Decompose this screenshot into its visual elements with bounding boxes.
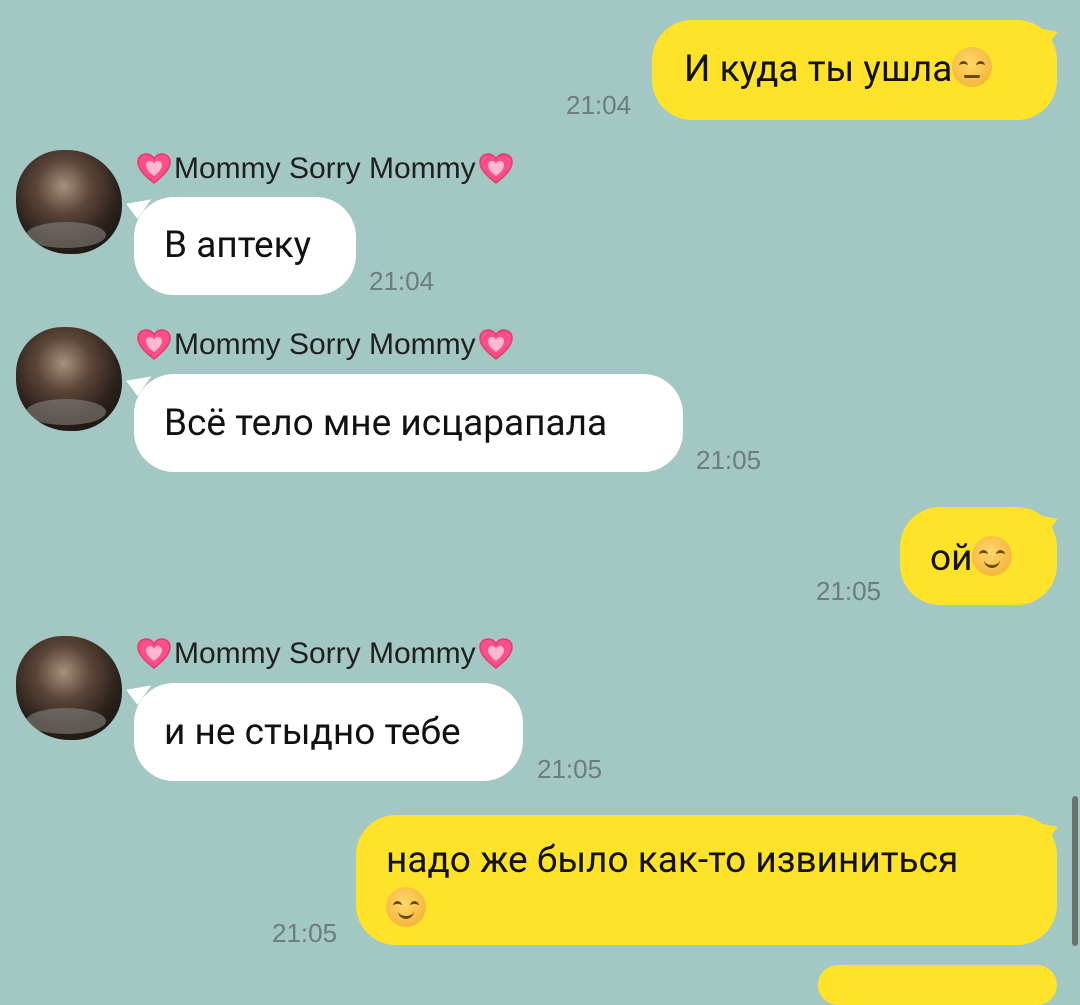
message-bubble-outgoing-partial[interactable] — [818, 965, 1057, 1005]
sparkling-heart-icon — [137, 153, 171, 184]
message-text: Всё тело мне исцарапала — [164, 402, 608, 445]
sender-name: Mommy Sorry Mommy — [174, 637, 476, 670]
sender-name-row[interactable]: Mommy Sorry Mommy — [136, 152, 514, 186]
message-text: И куда ты ушла — [684, 48, 953, 91]
message-text: ой — [930, 537, 973, 580]
message-text: и не стыдно тебе — [164, 711, 461, 754]
sparkling-heart-icon — [478, 329, 513, 360]
sender-name: Mommy Sorry Mommy — [174, 328, 476, 361]
message-time: 21:05 — [272, 918, 338, 948]
message-time: 21:05 — [696, 445, 762, 475]
sparkling-heart-icon — [478, 153, 513, 184]
message-text: надо же было как-то извиниться — [386, 839, 959, 882]
message-bubble-incoming[interactable]: Всё тело мне исцарапала — [134, 374, 683, 472]
message-bubble-outgoing[interactable]: надо же было как-то извиниться — [356, 815, 1057, 945]
message-time: 21:04 — [566, 90, 632, 120]
contact-avatar[interactable] — [16, 327, 122, 431]
sparkling-heart-icon — [137, 638, 171, 669]
smiling-face-with-smiling-eyes-icon — [386, 887, 426, 927]
message-time: 21:04 — [369, 266, 435, 296]
contact-avatar[interactable] — [16, 150, 122, 254]
message-text: В аптеку — [164, 224, 312, 267]
message-bubble-incoming[interactable]: В аптеку — [134, 197, 356, 295]
message-bubble-outgoing[interactable]: ой — [900, 507, 1057, 605]
message-time: 21:05 — [537, 754, 603, 784]
sparkling-heart-icon — [137, 329, 171, 360]
unamused-face-icon — [952, 47, 993, 87]
message-bubble-incoming[interactable]: и не стыдно тебе — [134, 683, 523, 781]
message-bubble-outgoing[interactable]: И куда ты ушла — [652, 20, 1057, 120]
contact-avatar[interactable] — [16, 636, 122, 740]
sparkling-heart-icon — [478, 638, 513, 669]
sender-name: Mommy Sorry Mommy — [174, 152, 476, 185]
sender-name-row[interactable]: Mommy Sorry Mommy — [136, 328, 514, 362]
sender-name-row[interactable]: Mommy Sorry Mommy — [136, 637, 514, 671]
smiling-face-icon — [972, 536, 1013, 576]
message-time: 21:05 — [816, 576, 882, 606]
chat-scrollbar[interactable] — [1072, 796, 1078, 946]
